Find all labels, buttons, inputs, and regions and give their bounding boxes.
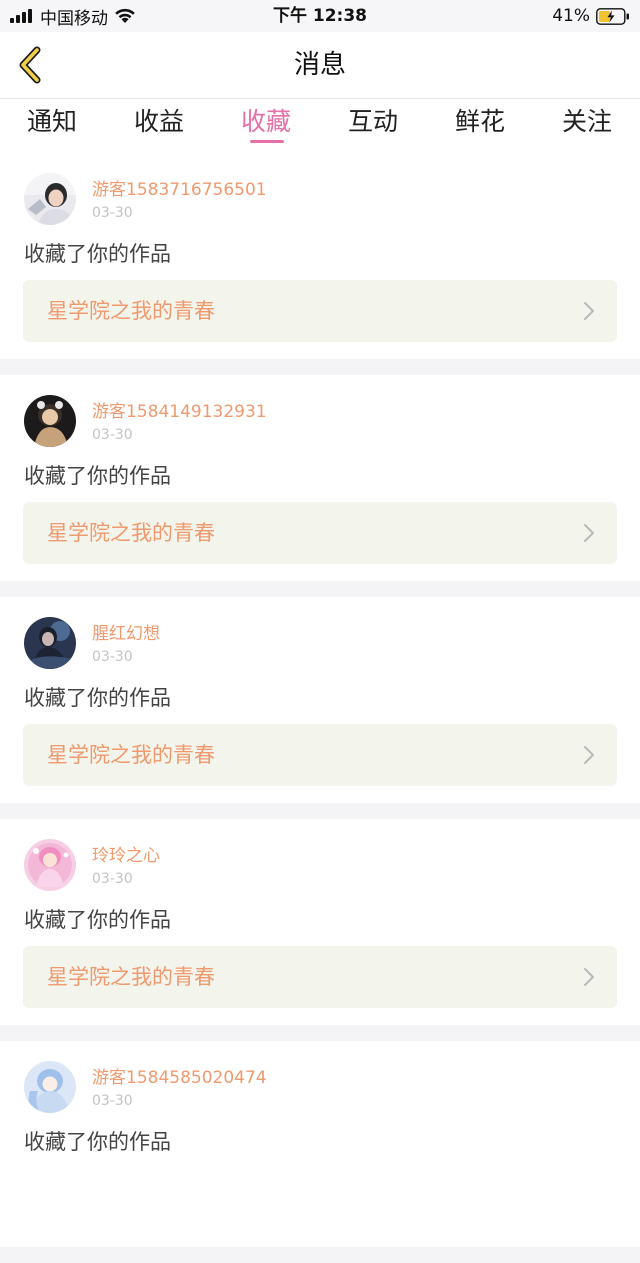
- action-text: 收藏了你的作品: [24, 908, 171, 932]
- post-date: 03-30: [92, 1093, 133, 1109]
- work-title: 星学院之我的青春: [47, 521, 215, 545]
- chevron-right-icon: [584, 302, 594, 320]
- user-name[interactable]: 腥红幻想: [92, 623, 160, 645]
- avatar[interactable]: [24, 173, 76, 225]
- work-title: 星学院之我的青春: [47, 965, 215, 989]
- post-date: 03-30: [92, 871, 133, 887]
- user-name[interactable]: 游客1583716756501: [92, 179, 267, 201]
- list-item: 游客1584149132931 03-30 收藏了你的作品 星学院之我的青春: [0, 375, 640, 597]
- work-link[interactable]: 星学院之我的青春: [23, 502, 617, 564]
- list-item: 游客1584585020474 03-30 收藏了你的作品: [0, 1041, 640, 1263]
- status-right: 41%: [552, 4, 630, 28]
- tab-favorites[interactable]: 收藏: [216, 105, 316, 139]
- status-bar: 中国移动 下午 12:38 41%: [0, 0, 640, 32]
- tab-following[interactable]: 关注: [537, 105, 637, 139]
- work-link[interactable]: 星学院之我的青春: [23, 946, 617, 1008]
- tab-bar: 通知 收益 收藏 互动 鲜花 关注: [0, 99, 640, 153]
- user-name[interactable]: 游客1584149132931: [92, 401, 267, 423]
- avatar[interactable]: [24, 1061, 76, 1113]
- tab-flowers[interactable]: 鲜花: [430, 105, 530, 139]
- action-text: 收藏了你的作品: [24, 242, 171, 266]
- work-link[interactable]: 星学院之我的青春: [23, 280, 617, 342]
- chevron-right-icon: [584, 746, 594, 764]
- post-date: 03-30: [92, 427, 133, 443]
- list-item: 玲玲之心 03-30 收藏了你的作品 星学院之我的青春: [0, 819, 640, 1041]
- battery-charging-icon: [596, 7, 629, 25]
- message-list: 游客1583716756501 03-30 收藏了你的作品 星学院之我的青春 游…: [0, 153, 640, 1263]
- list-item: 游客1583716756501 03-30 收藏了你的作品 星学院之我的青春: [0, 153, 640, 375]
- active-tab-indicator: [250, 140, 284, 143]
- action-text: 收藏了你的作品: [24, 1130, 171, 1154]
- post-date: 03-30: [92, 649, 133, 665]
- user-name[interactable]: 玲玲之心: [92, 845, 160, 867]
- avatar[interactable]: [24, 617, 76, 669]
- action-text: 收藏了你的作品: [24, 686, 171, 710]
- avatar[interactable]: [24, 395, 76, 447]
- nav-bar: 消息: [0, 32, 640, 99]
- tab-interactions[interactable]: 互动: [323, 105, 423, 139]
- chevron-right-icon: [584, 968, 594, 986]
- status-time: 下午 12:38: [272, 6, 368, 26]
- battery-percentage: 41%: [552, 6, 590, 26]
- work-title: 星学院之我的青春: [47, 299, 215, 323]
- chevron-right-icon: [584, 524, 594, 542]
- work-title: 星学院之我的青春: [47, 743, 215, 767]
- avatar[interactable]: [24, 839, 76, 891]
- list-item: 腥红幻想 03-30 收藏了你的作品 星学院之我的青春: [0, 597, 640, 819]
- tab-notifications[interactable]: 通知: [2, 105, 102, 139]
- tab-earnings[interactable]: 收益: [109, 105, 209, 139]
- post-date: 03-30: [92, 205, 133, 221]
- page-title: 消息: [293, 50, 346, 80]
- work-link[interactable]: 星学院之我的青春: [23, 724, 617, 786]
- user-name[interactable]: 游客1584585020474: [92, 1067, 267, 1089]
- action-text: 收藏了你的作品: [24, 464, 171, 488]
